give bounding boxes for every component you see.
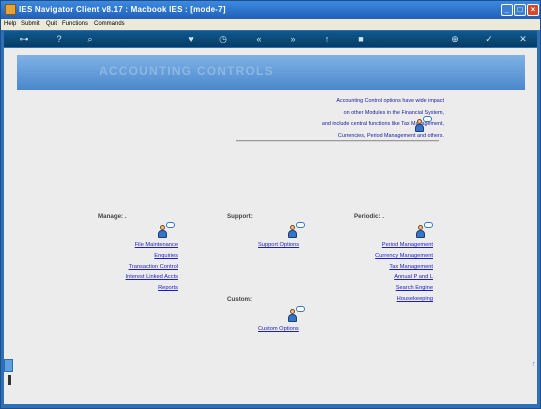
link-housekeeping[interactable]: Housekeeping [397, 296, 433, 302]
up-icon[interactable]: ↑ [320, 33, 334, 45]
menu-submit[interactable]: Submit [21, 21, 40, 27]
divider [236, 140, 439, 142]
heart-icon[interactable]: ♥ [184, 33, 198, 45]
key-icon[interactable]: ⊶ [14, 33, 34, 45]
close-icon[interactable]: ✕ [516, 33, 530, 45]
window-title: IES Navigator Client v8.17 : Macbook IES… [19, 5, 226, 14]
link-currency-management[interactable]: Currency Management [375, 253, 433, 259]
link-enquiries[interactable]: Enquiries [154, 253, 178, 259]
toolbar: ⊶ ? ⌕ ♥ ◷ « » ↑ ■ ⊕ ✓ ✕ [4, 31, 537, 47]
link-custom-options[interactable]: Custom Options [258, 326, 299, 332]
link-annual-p-and-l[interactable]: Annual P and L [394, 274, 433, 280]
side-tab-icon[interactable] [4, 359, 13, 372]
forward-icon[interactable]: » [286, 33, 300, 45]
periodic-agent-icon[interactable] [413, 222, 433, 240]
agent-icon[interactable] [412, 116, 432, 134]
app-icon [5, 4, 16, 15]
intro-line: on other Modules in the Financial System… [343, 109, 444, 116]
support-agent-icon[interactable] [285, 222, 305, 240]
link-support-options[interactable]: Support Options [258, 242, 299, 248]
minimize-button[interactable]: _ [501, 4, 513, 16]
clock-icon[interactable]: ◷ [216, 33, 230, 45]
back-icon[interactable]: « [252, 33, 266, 45]
link-search-engine[interactable]: Search Engine [396, 285, 433, 291]
custom-agent-icon[interactable] [285, 306, 305, 324]
title-bar: IES Navigator Client v8.17 : Macbook IES… [1, 1, 540, 19]
main-content: ACCOUNTING CONTROLS Accounting Control o… [4, 48, 537, 404]
menu-quit[interactable]: Quit [46, 21, 57, 27]
link-tax-management[interactable]: Tax Management [389, 264, 433, 270]
application-window: IES Navigator Client v8.17 : Macbook IES… [0, 0, 541, 409]
maximize-button[interactable]: □ [514, 4, 526, 16]
close-button[interactable]: × [527, 4, 539, 16]
menu-functions[interactable]: Functions [62, 21, 88, 27]
menu-commands[interactable]: Commands [94, 21, 125, 27]
support-heading: Support: [227, 213, 253, 220]
intro-line: and include central functions like Tax M… [321, 121, 444, 127]
periodic-heading: Periodic: . [354, 213, 384, 220]
intro-text: Accounting Control options have wide imp… [204, 96, 444, 142]
stop-icon[interactable]: ■ [354, 33, 368, 45]
menu-bar: Help Submit Quit Functions Commands [1, 19, 540, 30]
search-icon[interactable]: ⌕ [83, 33, 97, 45]
link-interest-linked-accts[interactable]: Interest Linked Accts [126, 274, 178, 280]
manage-agent-icon[interactable] [155, 222, 175, 240]
help-icon[interactable]: ? [52, 33, 66, 45]
link-reports[interactable]: Reports [158, 285, 178, 291]
globe-icon[interactable]: ⊕ [448, 33, 462, 45]
page-title: ACCOUNTING CONTROLS [99, 64, 274, 78]
side-marker [8, 375, 11, 385]
custom-heading: Custom: [227, 296, 253, 303]
menu-help[interactable]: Help [4, 21, 16, 27]
page-banner: ACCOUNTING CONTROLS [17, 55, 525, 90]
intro-line: Accounting Control options have wide imp… [336, 98, 444, 104]
manage-heading: Manage: . [98, 213, 127, 220]
link-transaction-control[interactable]: Transaction Control [129, 264, 178, 270]
link-period-management[interactable]: Period Management [382, 242, 433, 248]
arrow-up-icon[interactable]: ↑ [532, 361, 536, 368]
ok-icon[interactable]: ✓ [482, 33, 496, 45]
link-file-maintenance[interactable]: File Maintenance [135, 242, 178, 248]
